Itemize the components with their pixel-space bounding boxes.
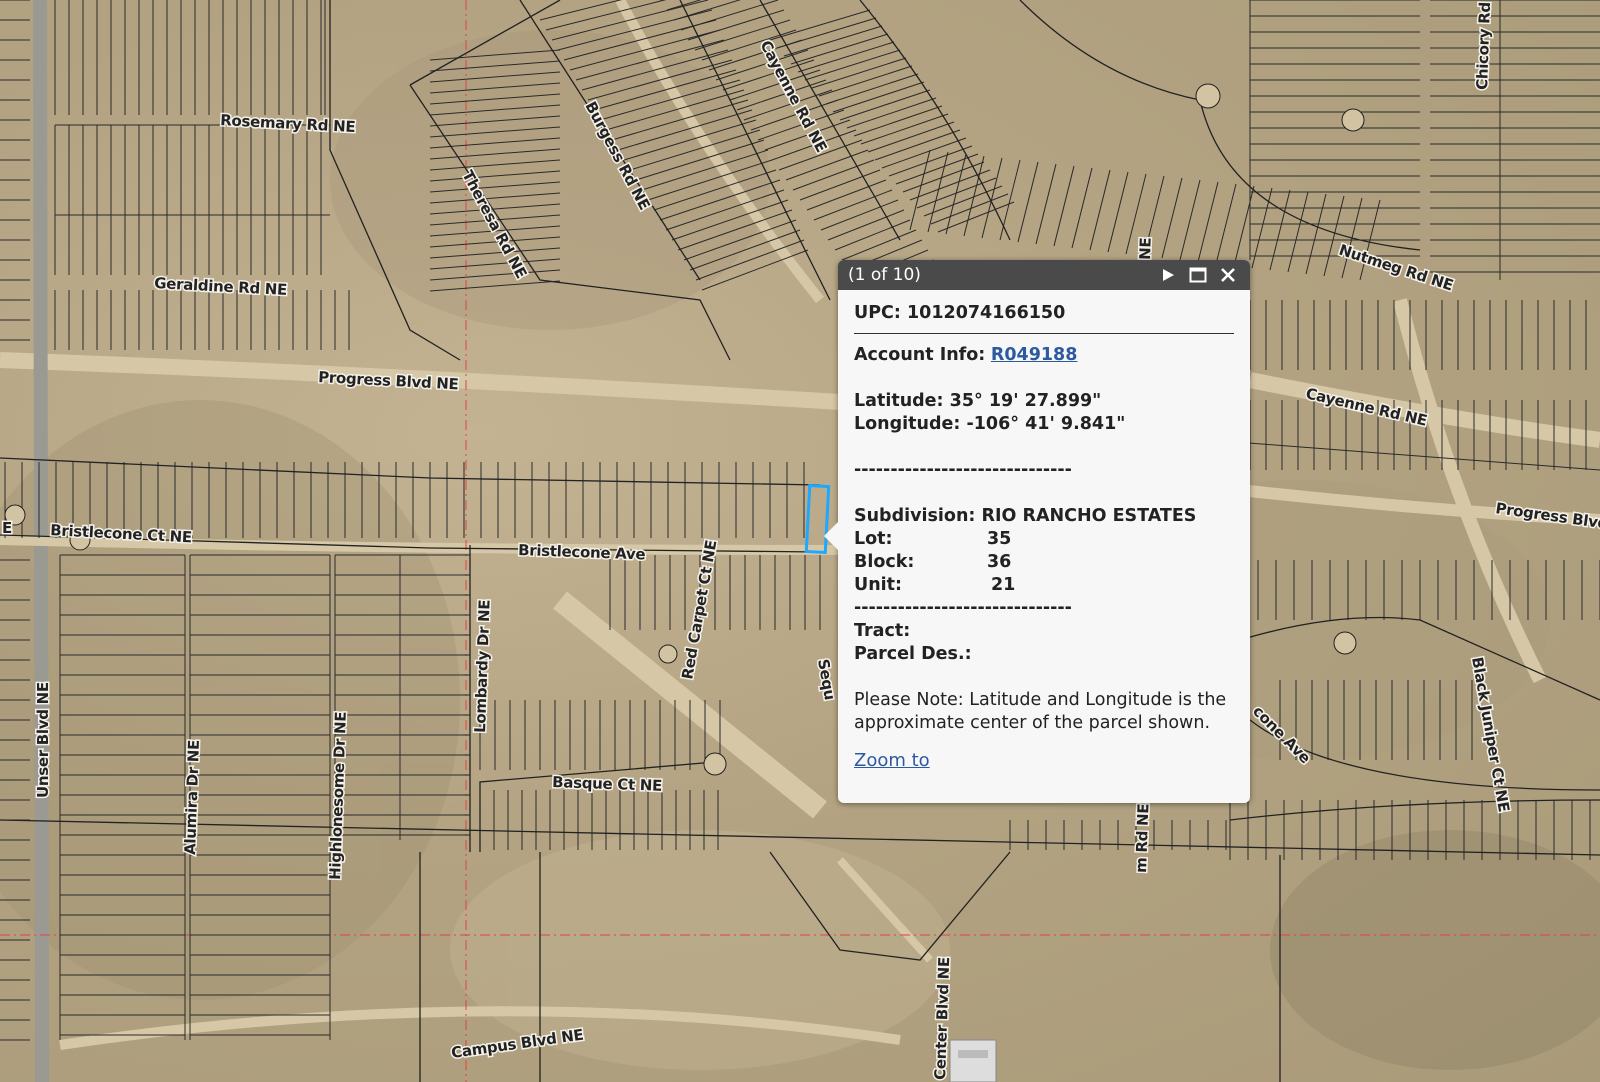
longitude-value: -106° 41' 9.841" — [966, 414, 1126, 434]
longitude-label: Longitude: — [854, 414, 961, 434]
upc-label: UPC: — [854, 303, 901, 323]
unit-row: Unit: 21 — [854, 574, 1234, 597]
road-label: Cayenne Rd NE — [1304, 384, 1429, 429]
block-label: Block: — [854, 552, 915, 572]
unit-label: Unit: — [854, 575, 903, 595]
road-label: Basque Ct NE — [552, 773, 663, 795]
close-icon[interactable] — [1216, 263, 1240, 287]
upc-row: UPC: 1012074166150 — [854, 302, 1234, 334]
road-label: Progress Blvd — [1494, 499, 1600, 533]
play-icon[interactable] — [1156, 263, 1180, 287]
account-label: Account Info: — [854, 345, 986, 365]
lot-value: 35 — [987, 529, 1012, 549]
separator: ------------------------------ — [854, 460, 1072, 480]
road-label: Bristlecone Ave — [518, 541, 646, 563]
account-link[interactable]: R049188 — [991, 345, 1078, 365]
separator: ------------------------------ — [854, 598, 1072, 618]
road-label: E — [2, 519, 12, 537]
road-label: NE — [1136, 237, 1155, 260]
latitude-label: Latitude: — [854, 391, 944, 411]
popup-header: (1 of 10) — [838, 260, 1250, 290]
parcel-map[interactable]: Rosemary Rd NE Geraldine Rd NE Progress … — [0, 0, 1600, 1082]
subdivision-row: Subdivision: RIO RANCHO ESTATES — [854, 505, 1234, 528]
account-row: Account Info: R049188 — [854, 344, 1234, 367]
parcel-description-label: Parcel Des.: — [854, 644, 972, 664]
map-view[interactable]: Rosemary Rd NE Geraldine Rd NE Progress … — [0, 0, 1600, 1082]
upc-value: 1012074166150 — [906, 303, 1066, 323]
popup-pointer — [824, 522, 838, 550]
lot-row: Lot: 35 — [854, 528, 1234, 551]
block-row: Block: 36 — [854, 551, 1234, 574]
road-label: m Rd NE — [1132, 803, 1152, 873]
latitude-row: Latitude: 35° 19' 27.899" — [854, 390, 1234, 413]
building — [949, 1039, 997, 1082]
subdivision-label: Subdivision: — [854, 506, 976, 526]
road-label: Lombardy Dr NE — [471, 599, 494, 733]
lot-label: Lot: — [854, 529, 893, 549]
parcel-info-popup: (1 of 10) UPC: 1012074166150 Account Inf… — [824, 260, 1250, 803]
block-value: 36 — [987, 552, 1012, 572]
latitude-value: 35° 19' 27.899" — [949, 391, 1102, 411]
road-label: Unser Blvd NE — [34, 682, 52, 798]
road-label: Rosemary Rd NE — [220, 111, 356, 136]
tract-label: Tract: — [854, 621, 911, 641]
unit-value: 21 — [991, 575, 1016, 595]
road-label: Nutmeg Rd NE — [1337, 241, 1456, 295]
road-label: Chicory Rd — [1473, 2, 1494, 90]
zoom-to-link[interactable]: Zoom to — [854, 750, 930, 771]
maximize-icon[interactable] — [1186, 263, 1210, 287]
subdivision-value: RIO RANCHO ESTATES — [981, 506, 1197, 526]
road-label: Sequ — [814, 658, 839, 702]
popup-body: UPC: 1012074166150 Account Info: R049188… — [838, 290, 1250, 782]
longitude-row: Longitude: -106° 41' 9.841" — [854, 413, 1234, 436]
popup-counter: (1 of 10) — [848, 265, 921, 285]
road-label: Geraldine Rd NE — [154, 274, 288, 299]
note-text: Please Note: Latitude and Longitude is t… — [854, 690, 1227, 733]
